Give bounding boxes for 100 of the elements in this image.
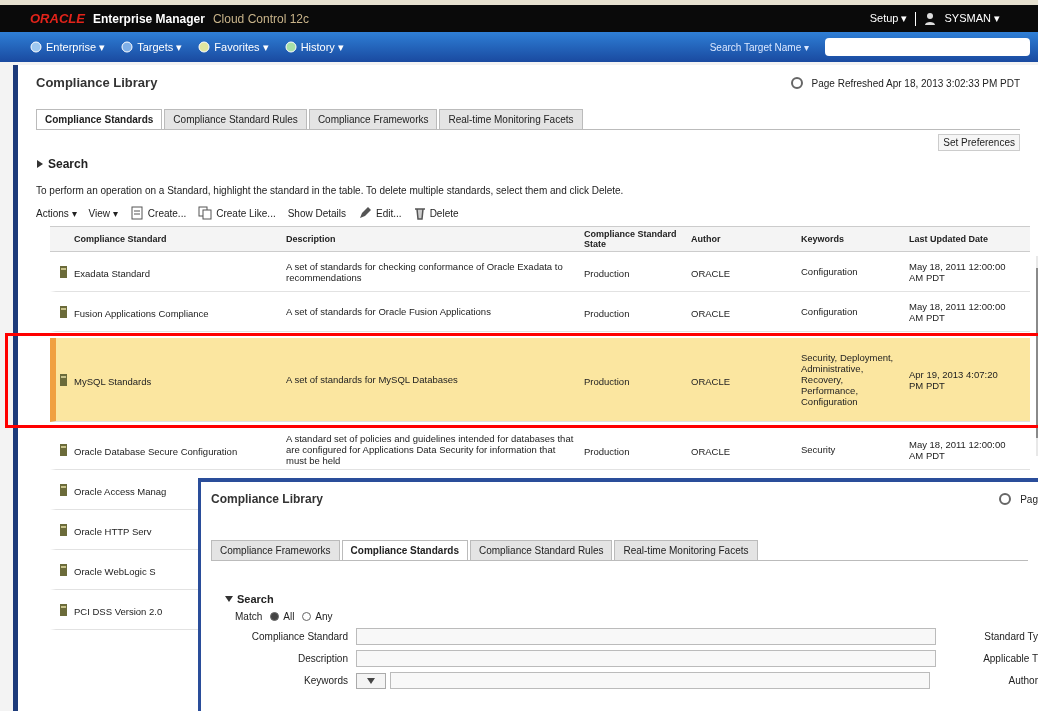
page-title: Compliance Library [36, 74, 158, 93]
refresh-time: Page Refreshed Apr 18, 2013 3:02:33 PM PDT [811, 76, 1020, 91]
table-cell: MySQL Standards [74, 375, 152, 387]
column-header[interactable]: Last Updated Date [905, 234, 1012, 244]
tab[interactable]: Compliance Standards [36, 109, 163, 129]
product-name: Enterprise Manager [92, 10, 205, 28]
toolbar-button[interactable]: Actions ▾ [36, 205, 77, 221]
caret-icon [367, 677, 375, 684]
new-document-icon [129, 206, 144, 220]
nav-menu[interactable]: Favorites ▾ [214, 38, 269, 56]
logo: ORACLE [30, 9, 85, 28]
nav-menu[interactable]: Enterprise ▾ [46, 38, 106, 56]
column-header[interactable]: Compliance Standard State [580, 229, 687, 249]
tab[interactable]: Compliance Standards [341, 540, 468, 560]
table-cell: Production [584, 375, 630, 387]
refresh-icon[interactable] [789, 76, 804, 90]
standard-icon [57, 562, 69, 577]
nav-menu[interactable]: Targets ▾ [137, 38, 183, 56]
standard-icon [57, 482, 69, 497]
edition-name: Cloud Control 12c [212, 10, 309, 28]
column-header[interactable]: Author [687, 234, 797, 244]
standard-icon [57, 304, 69, 319]
radio-button[interactable] [302, 612, 312, 621]
copy-icon [198, 206, 213, 220]
field-label: Compliance Standard [250, 630, 349, 644]
table-cell: Oracle Access Manag [74, 485, 167, 497]
radio-label: Any [315, 610, 333, 624]
table-cell: Oracle WebLogic S [74, 565, 156, 577]
toolbar-button[interactable]: Create... [147, 205, 187, 221]
operator-dropdown[interactable] [356, 672, 386, 689]
field-label: Author [1008, 674, 1038, 688]
table-cell-text: Apr 19, 2013 4:07:20 PM PDT [909, 368, 999, 391]
refresh-icon[interactable] [998, 492, 1013, 506]
user-icon [924, 11, 937, 26]
tab[interactable]: Compliance Standard Rules [164, 109, 307, 129]
search-field[interactable] [825, 38, 1030, 56]
user-menu[interactable]: SYSMAN ▾ [944, 10, 1000, 27]
table-cell-text: May 18, 2011 12:00:00 AM PDT [909, 300, 1007, 323]
input-field[interactable] [356, 628, 936, 645]
table-row[interactable]: MySQL Standards A set of standards for MySQL Databases Production ORACLE Security, Deployment, Administrative, Recovery, Performance, Configuration Apr 19, 2013 4:07:20 PM PDT [50, 338, 1030, 422]
preferences-button[interactable]: Set Preferences [938, 134, 1020, 151]
standard-icon [57, 264, 69, 279]
standard-icon [57, 372, 69, 387]
table-cell: Production [584, 307, 630, 319]
table-cell: Oracle Database Secure Configuration [74, 445, 238, 457]
field-label: Applicable T [983, 652, 1038, 666]
table-cell-text: Configuration [801, 266, 859, 277]
table-cell: ORACLE [691, 307, 731, 319]
dialog-title: Compliance Library [211, 491, 324, 508]
column-header[interactable]: Keywords [797, 234, 905, 244]
instructions: To perform an operation on a Standard, highlight the standard in the table. To delete multiple standards, select them and click Delete. [36, 184, 625, 198]
table-cell: ORACLE [691, 375, 731, 387]
column-header[interactable]: Description [282, 234, 580, 244]
trash-icon [413, 206, 426, 220]
table-cell-text: Configuration [801, 306, 859, 317]
table-cell: Oracle HTTP Serv [74, 525, 152, 537]
expand-icon[interactable] [225, 595, 233, 604]
table-cell-text: A standard set of policies and guidelines intended for databases that are configured for Applications Data Security for information that must be held [286, 433, 575, 466]
nav-menu[interactable]: History ▾ [300, 38, 344, 56]
tab[interactable]: Compliance Standard Rules [469, 540, 613, 560]
table-cell-text: A set of standards for MySQL Databases [286, 374, 459, 385]
table-cell: ORACLE [691, 267, 731, 279]
search-section-title[interactable]: Search [48, 155, 89, 173]
table-cell: Production [584, 445, 630, 457]
expand-icon[interactable] [36, 160, 44, 168]
table-cell-text: A set of standards for Oracle Fusion Applications [286, 306, 492, 317]
search-section-title[interactable]: Search [237, 591, 274, 608]
field-label: Standard Ty [984, 630, 1038, 644]
radio-label: All [283, 610, 295, 624]
table-cell-text: May 18, 2011 12:00:00 AM PDT [909, 260, 1007, 283]
input-field[interactable] [356, 650, 936, 667]
table-cell: PCI DSS Version 2.0 [74, 605, 163, 617]
standard-icon [57, 442, 69, 457]
toolbar-button[interactable]: Show Details [287, 205, 347, 221]
toolbar-button[interactable]: Edit... [376, 205, 402, 221]
table-cell: ORACLE [691, 445, 731, 457]
standard-icon [57, 522, 69, 537]
refresh-time: Pag [1020, 492, 1038, 507]
tab[interactable]: Real-time Monitoring Facets [614, 540, 758, 560]
table-cell: Production [584, 267, 630, 279]
input-field[interactable] [390, 672, 930, 689]
pencil-icon [358, 206, 373, 220]
toolbar-button[interactable]: Create Like... [216, 205, 276, 221]
table-cell: Fusion Applications Compliance [74, 307, 209, 319]
table-cell-text: A set of standards for checking conformance of Oracle Exadata to recommendations [286, 260, 564, 283]
tab[interactable]: Compliance Frameworks [211, 540, 340, 560]
match-label: Match [235, 610, 263, 624]
field-label: Description [296, 652, 349, 666]
tab[interactable]: Real-time Monitoring Facets [439, 109, 583, 129]
radio-button[interactable] [270, 612, 280, 621]
toolbar-button[interactable]: View ▾ [88, 205, 118, 221]
search-label[interactable]: Search Target Name ▾ [709, 39, 809, 55]
setup-menu[interactable]: Setup ▾ [869, 10, 908, 27]
table-cell-text: Security, Deployment, Administrative, Recovery, Performance, Configuration [801, 352, 895, 407]
toolbar-button[interactable]: Delete [429, 205, 459, 221]
tab[interactable]: Compliance Frameworks [308, 109, 438, 129]
table-cell-text: Security [801, 444, 837, 455]
standard-icon [57, 602, 69, 617]
field-label: Keywords [303, 674, 349, 688]
column-header[interactable]: Compliance Standard [70, 234, 282, 244]
